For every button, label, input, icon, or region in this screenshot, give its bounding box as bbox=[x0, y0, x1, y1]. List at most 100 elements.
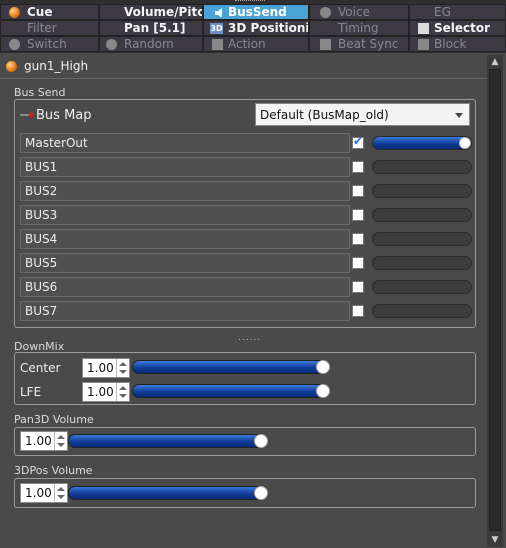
spin-down-icon[interactable] bbox=[119, 394, 127, 398]
spin-down-icon[interactable] bbox=[57, 443, 65, 447]
slider-knob[interactable] bbox=[254, 434, 268, 448]
tab-eg[interactable]: EG bbox=[409, 4, 506, 20]
pos3d-slider[interactable] bbox=[68, 486, 268, 500]
bus-send-checkbox[interactable] bbox=[352, 257, 364, 269]
chevron-down-icon bbox=[455, 113, 463, 118]
pos3d-section-label: 3DPos Volume bbox=[14, 464, 93, 477]
list-icon bbox=[418, 23, 429, 34]
tab-pan[interactable]: Pan [5.1] bbox=[99, 20, 203, 36]
spin-down-icon[interactable] bbox=[119, 370, 127, 374]
tab-label: BusSend bbox=[228, 5, 287, 19]
tab-voice[interactable]: Voice bbox=[309, 4, 409, 20]
vertical-scrollbar[interactable]: ▲ ▼ bbox=[487, 55, 503, 547]
bus-level-slider[interactable] bbox=[372, 208, 472, 222]
tab-block[interactable]: Block bbox=[409, 36, 506, 52]
spin-up-icon[interactable] bbox=[119, 386, 127, 390]
slider-knob[interactable] bbox=[316, 360, 330, 374]
bus-send-checkbox[interactable] bbox=[352, 134, 364, 149]
bus-row: BUS3 bbox=[20, 205, 350, 225]
tab-label: Block bbox=[434, 37, 467, 51]
object-title: gun1_High bbox=[24, 59, 89, 73]
bus-map-icon bbox=[20, 112, 34, 118]
bus-send-checkbox[interactable] bbox=[352, 209, 364, 221]
spin-up-icon[interactable] bbox=[119, 362, 127, 366]
speaker-icon bbox=[215, 8, 222, 17]
tab-filter[interactable]: Filter bbox=[0, 20, 99, 36]
slider-knob[interactable] bbox=[254, 486, 268, 500]
tab-label: Volume/Pitch bbox=[124, 5, 202, 19]
lfe-slider[interactable] bbox=[132, 384, 330, 398]
spinner[interactable] bbox=[54, 484, 67, 502]
bus-name: BUS6 bbox=[25, 280, 58, 294]
tab-label: Selector bbox=[434, 21, 491, 35]
bus-map-dropdown[interactable]: Default (BusMap_old) bbox=[255, 103, 470, 126]
bus-row: BUS4 bbox=[20, 229, 350, 249]
tab-timing[interactable]: Timing bbox=[309, 20, 409, 36]
pos3d-value-input[interactable]: 1.00 bbox=[20, 483, 68, 503]
bus-name: BUS2 bbox=[25, 184, 58, 198]
spinner[interactable] bbox=[116, 359, 129, 377]
tab-switch[interactable]: Switch bbox=[0, 36, 99, 52]
bus-level-slider[interactable] bbox=[372, 184, 472, 198]
tab-3d-positioning[interactable]: 3D 3D Positioning bbox=[203, 20, 309, 36]
tab-label: EG bbox=[434, 5, 451, 19]
bus-row: BUS5 bbox=[20, 253, 350, 273]
center-label: Center bbox=[20, 361, 61, 375]
bus-level-slider[interactable] bbox=[372, 160, 472, 174]
bus-name: BUS3 bbox=[25, 208, 58, 222]
splitter-handle[interactable]: ...... bbox=[238, 333, 261, 343]
tab-random[interactable]: Random bbox=[99, 36, 203, 52]
spinner[interactable] bbox=[116, 383, 129, 401]
lfe-value-input[interactable]: 1.00 bbox=[82, 382, 130, 402]
tab-cue[interactable]: Cue bbox=[0, 4, 99, 20]
bus-row: MasterOut bbox=[20, 133, 350, 153]
bus-send-checkbox[interactable] bbox=[352, 281, 364, 293]
scroll-down-icon[interactable]: ▼ bbox=[487, 533, 503, 547]
block-icon bbox=[418, 39, 429, 50]
bus-map-value: Default (BusMap_old) bbox=[260, 108, 389, 122]
center-slider[interactable] bbox=[132, 360, 330, 374]
slider-knob[interactable] bbox=[316, 384, 330, 398]
switch-icon bbox=[9, 39, 20, 50]
orange-ball-icon bbox=[9, 7, 20, 18]
bus-name: BUS4 bbox=[25, 232, 58, 246]
ball-icon bbox=[320, 7, 331, 18]
tab-beat-sync[interactable]: Beat Sync bbox=[309, 36, 409, 52]
tab-volume-pitch[interactable]: Volume/Pitch bbox=[99, 4, 203, 20]
dice-icon bbox=[106, 39, 117, 50]
spin-up-icon[interactable] bbox=[57, 435, 65, 439]
tab-bussend[interactable]: BusSend bbox=[203, 4, 309, 20]
center-value: 1.00 bbox=[87, 361, 114, 375]
3d-icon: 3D bbox=[210, 23, 223, 34]
spinner[interactable] bbox=[54, 432, 67, 450]
bus-send-section-label: Bus Send bbox=[14, 86, 66, 99]
spin-up-icon[interactable] bbox=[57, 487, 65, 491]
bus-send-checkbox[interactable] bbox=[352, 305, 364, 317]
tab-label: Voice bbox=[338, 5, 370, 19]
bus-name: MasterOut bbox=[25, 136, 88, 150]
bus-level-slider[interactable] bbox=[372, 136, 472, 150]
bus-level-slider[interactable] bbox=[372, 280, 472, 294]
bus-send-checkbox[interactable] bbox=[352, 161, 364, 173]
tab-label: Switch bbox=[27, 37, 67, 51]
bus-row: BUS7 bbox=[20, 301, 350, 321]
bus-send-checkbox[interactable] bbox=[352, 233, 364, 245]
scroll-up-icon[interactable]: ▲ bbox=[487, 55, 503, 69]
tab-action[interactable]: Action bbox=[203, 36, 309, 52]
tab-selector[interactable]: Selector bbox=[409, 20, 506, 36]
spin-down-icon[interactable] bbox=[57, 495, 65, 499]
bus-send-checkbox[interactable] bbox=[352, 185, 364, 197]
bus-level-slider[interactable] bbox=[372, 232, 472, 246]
bus-level-slider[interactable] bbox=[372, 256, 472, 270]
bus-level-slider[interactable] bbox=[372, 304, 472, 318]
scroll-thumb[interactable] bbox=[489, 69, 501, 531]
tab-bar: Cue Volume/Pitch BusSend Voice EG Filter… bbox=[0, 0, 506, 53]
tab-label: 3D Positioning bbox=[228, 21, 308, 35]
pan3d-value-input[interactable]: 1.00 bbox=[20, 431, 68, 451]
tab-label: Filter bbox=[27, 21, 57, 35]
bus-row: BUS2 bbox=[20, 181, 350, 201]
bus-name: BUS7 bbox=[25, 304, 58, 318]
pan3d-slider[interactable] bbox=[68, 434, 268, 448]
center-value-input[interactable]: 1.00 bbox=[82, 358, 130, 378]
slider-knob[interactable] bbox=[459, 137, 471, 149]
